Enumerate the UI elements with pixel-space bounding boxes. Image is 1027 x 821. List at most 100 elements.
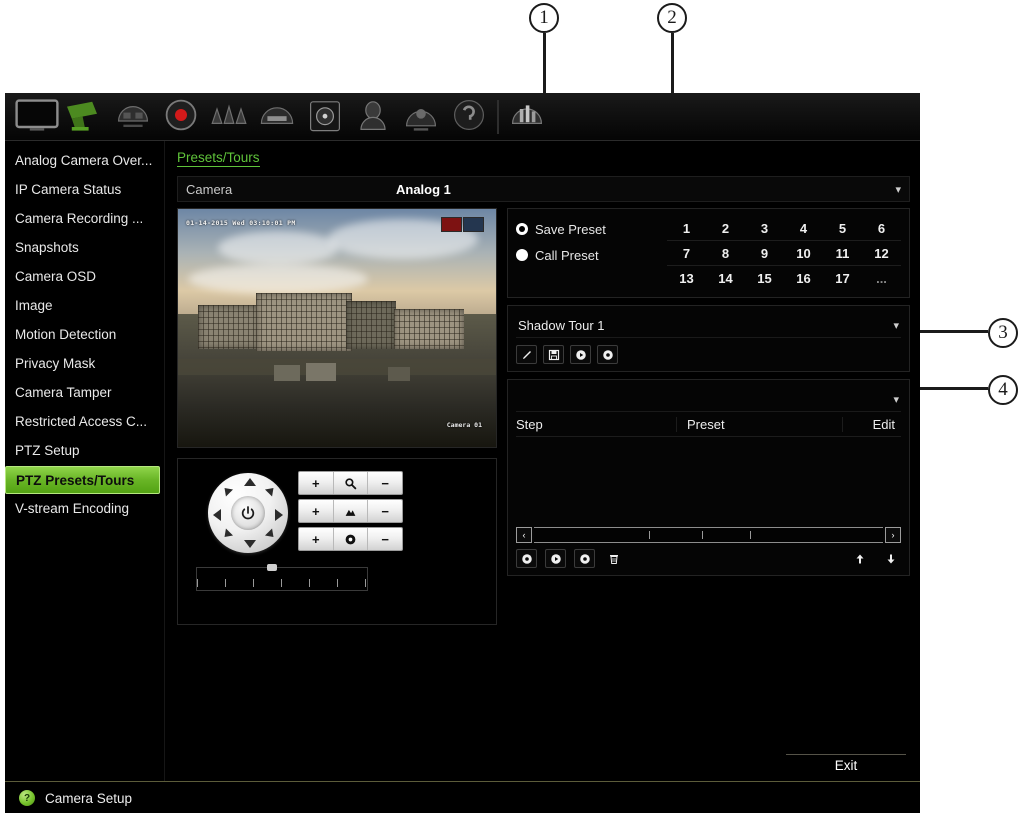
chevron-down-icon[interactable]: ▾	[895, 183, 901, 196]
sidebar-item-analog-camera-overview[interactable]: Analog Camera Over...	[5, 147, 164, 175]
ptz-speed-knob[interactable]	[267, 564, 277, 571]
add-step-button[interactable]	[516, 549, 537, 568]
callout-3: 3	[988, 318, 1018, 348]
chevron-down-icon[interactable]: ▾	[893, 393, 899, 406]
ptz-down-right-arrow-icon[interactable]	[264, 528, 278, 541]
move-up-button[interactable]	[849, 549, 870, 568]
storage-array-icon[interactable]	[253, 95, 301, 139]
zoom-in-button[interactable]: +	[299, 472, 334, 494]
record-tour-button[interactable]	[597, 345, 618, 364]
play-tour-button[interactable]	[570, 345, 591, 364]
ptz-right-arrow-icon[interactable]	[275, 509, 283, 521]
scroll-right-button[interactable]: ›	[885, 527, 901, 543]
preset-cell[interactable]: 9	[745, 241, 784, 266]
exit-button-wrap: Exit	[786, 754, 906, 773]
ptz-direction-pad[interactable]	[208, 473, 288, 553]
tour-step-select[interactable]: ▾	[516, 387, 901, 412]
scroll-track[interactable]	[534, 527, 883, 543]
call-preset-radio[interactable]	[516, 249, 528, 261]
preset-cell[interactable]: 1	[667, 216, 706, 241]
sidebar-item-ptz-setup[interactable]: PTZ Setup	[5, 437, 164, 465]
call-preset-label: Call Preset	[535, 247, 599, 263]
record-icon[interactable]	[157, 95, 205, 139]
sidebar-item-camera-osd[interactable]: Camera OSD	[5, 263, 164, 291]
video-status-badges	[441, 217, 484, 232]
play-icon	[550, 553, 561, 564]
network-icon[interactable]	[109, 95, 157, 139]
ptz-down-left-arrow-icon[interactable]	[220, 528, 234, 541]
sidebar-item-snapshots[interactable]: Snapshots	[5, 234, 164, 262]
steps-horizontal-scrollbar[interactable]: ‹ ›	[516, 527, 901, 543]
play-step-button[interactable]	[545, 549, 566, 568]
save-tour-button[interactable]	[543, 345, 564, 364]
sidebar-item-restricted-access[interactable]: Restricted Access C...	[5, 408, 164, 436]
preset-cell[interactable]: 15	[745, 266, 784, 290]
preset-cell[interactable]: 17	[823, 266, 862, 290]
preset-cell[interactable]: 14	[706, 266, 745, 290]
edit-tour-button[interactable]	[516, 345, 537, 364]
status-bar: ? Camera Setup	[5, 781, 920, 814]
scroll-left-button[interactable]: ‹	[516, 527, 532, 543]
exit-button[interactable]: Exit	[786, 754, 906, 773]
move-down-button[interactable]	[880, 549, 901, 568]
sidebar-item-camera-recording[interactable]: Camera Recording ...	[5, 205, 164, 233]
preset-cell[interactable]: 8	[706, 241, 745, 266]
monitor-icon[interactable]	[13, 95, 61, 139]
preset-cell[interactable]: 16	[784, 266, 823, 290]
ptz-up-arrow-icon[interactable]	[244, 478, 256, 486]
alarm-icon[interactable]	[205, 95, 253, 139]
focus-far-button[interactable]: −	[368, 500, 402, 522]
shadow-tour-select[interactable]: Shadow Tour 1 ▾	[516, 313, 901, 338]
save-preset-radio[interactable]	[516, 223, 528, 235]
zoom-control-row: + −	[298, 471, 403, 495]
preset-cell[interactable]: 3	[745, 216, 784, 241]
camera-select-value: Analog 1	[396, 181, 451, 197]
ptz-left-arrow-icon[interactable]	[213, 509, 221, 521]
camera-select[interactable]: Camera Analog 1 ▾	[177, 176, 910, 202]
help-icon[interactable]	[445, 95, 493, 139]
preset-cell[interactable]: 11	[823, 241, 862, 266]
help-icon[interactable]: ?	[19, 790, 35, 806]
sidebar-item-privacy-mask[interactable]: Privacy Mask	[5, 350, 164, 378]
sidebar-item-ip-camera-status[interactable]: IP Camera Status	[5, 176, 164, 204]
chevron-down-icon[interactable]: ▾	[893, 319, 899, 332]
ptz-up-left-arrow-icon[interactable]	[220, 484, 234, 497]
record-status-badge	[441, 217, 462, 232]
zoom-out-button[interactable]: −	[368, 472, 402, 494]
video-preview[interactable]: 01-14-2015 Wed 03:10:01 PM Camera 01	[177, 208, 497, 448]
preset-cell[interactable]: 6	[862, 216, 901, 241]
shutdown-icon[interactable]	[503, 95, 551, 139]
stop-step-button[interactable]	[574, 549, 595, 568]
preset-cell[interactable]: 5	[823, 216, 862, 241]
delete-step-button[interactable]	[603, 549, 624, 568]
preset-cell[interactable]: 7	[667, 241, 706, 266]
steps-table-body[interactable]	[516, 437, 901, 525]
video-timestamp: 01-14-2015 Wed 03:10:01 PM	[186, 219, 296, 227]
focus-near-button[interactable]: +	[299, 500, 334, 522]
ptz-up-right-arrow-icon[interactable]	[264, 484, 278, 497]
trash-icon	[609, 554, 618, 564]
ptz-auto-scan-button[interactable]	[231, 496, 265, 530]
ptz-down-arrow-icon[interactable]	[244, 540, 256, 548]
iris-open-button[interactable]: +	[299, 528, 334, 550]
ptz-speed-slider[interactable]	[196, 564, 368, 591]
preset-cell[interactable]: 2	[706, 216, 745, 241]
preset-cell[interactable]: 10	[784, 241, 823, 266]
call-preset-option[interactable]: Call Preset	[516, 242, 661, 268]
sidebar-item-motion-detection[interactable]: Motion Detection	[5, 321, 164, 349]
building-shape	[394, 309, 464, 349]
hard-disk-icon[interactable]	[301, 95, 349, 139]
sidebar-item-v-stream-encoding[interactable]: V-stream Encoding	[5, 495, 164, 523]
iris-close-button[interactable]: −	[368, 528, 402, 550]
system-settings-icon[interactable]	[397, 95, 445, 139]
preset-cell[interactable]: 4	[784, 216, 823, 241]
user-icon[interactable]	[349, 95, 397, 139]
preset-more-cell[interactable]: ...	[862, 266, 901, 290]
camera-icon[interactable]	[61, 95, 109, 139]
sidebar-item-ptz-presets-tours[interactable]: PTZ Presets/Tours	[5, 466, 160, 494]
save-preset-option[interactable]: Save Preset	[516, 216, 661, 242]
sidebar-item-camera-tamper[interactable]: Camera Tamper	[5, 379, 164, 407]
preset-cell[interactable]: 12	[862, 241, 901, 266]
sidebar-item-image[interactable]: Image	[5, 292, 164, 320]
preset-cell[interactable]: 13	[667, 266, 706, 290]
